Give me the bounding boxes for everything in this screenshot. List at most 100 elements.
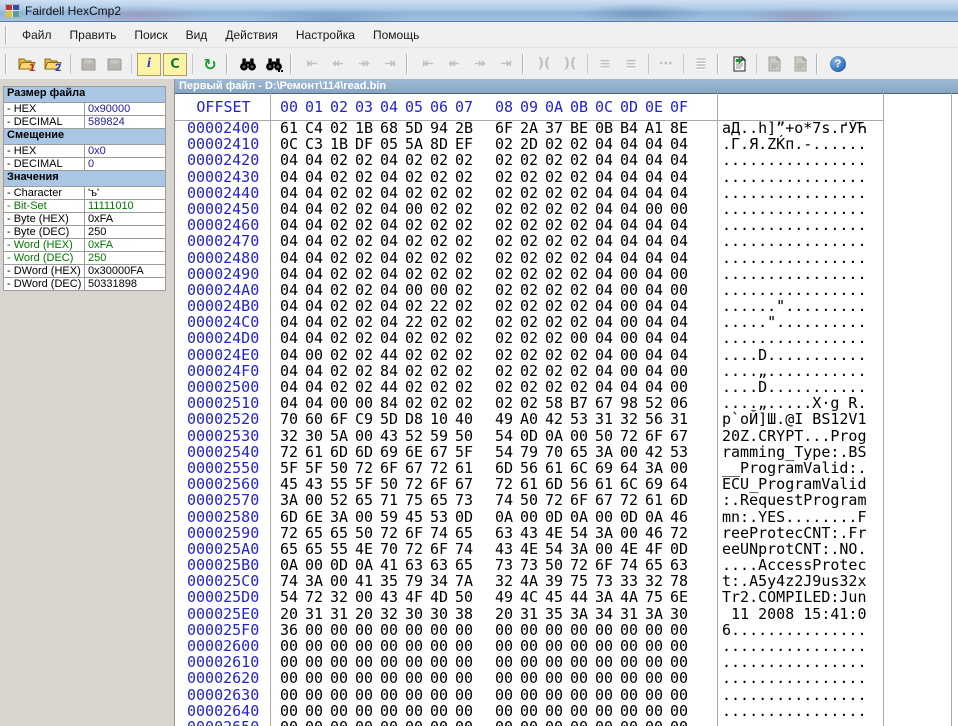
hex-byte[interactable]: 04 [645,282,670,298]
hex-byte[interactable]: 04 [645,314,670,330]
hex-byte[interactable]: 00 [570,654,595,670]
hex-byte[interactable]: 04 [595,217,620,233]
hex-row[interactable]: 0000260000000000000000000000000000000000… [175,638,958,654]
hex-byte[interactable]: 00 [355,638,380,654]
hex-byte[interactable]: 02 [330,363,355,379]
hex-row[interactable]: 000025D054723200434F4D50494C45443A4A756E… [175,589,958,605]
hex-row-ascii[interactable]: mn:.YES........F [722,509,867,525]
hex-byte[interactable]: 02 [520,298,545,314]
hex-row[interactable]: 0000240061C4021B685D942B6F2A37BE0BB4A18E… [175,120,958,136]
hex-byte[interactable]: 04 [645,169,670,185]
hex-byte[interactable]: 04 [670,250,695,266]
hex-byte[interactable]: 35 [545,606,570,622]
hex-byte[interactable]: 00 [495,670,520,686]
hex-byte[interactable]: 32 [495,573,520,589]
hex-row-bytes[interactable]: 04040202040202020202020204040404 [280,169,695,185]
hex-row-ascii[interactable]: ................ [722,687,867,703]
hex-byte[interactable]: 04 [645,233,670,249]
hex-byte[interactable]: 55 [330,541,355,557]
hex-byte[interactable]: 61 [520,476,545,492]
hex-byte[interactable]: 56 [570,476,595,492]
hex-row-bytes[interactable]: 61C4021B685D942B6F2A37BE0BB4A18E [280,120,695,136]
hex-byte[interactable]: 04 [645,347,670,363]
hex-byte[interactable]: 00 [405,282,430,298]
hex-byte[interactable]: 02 [495,330,520,346]
hex-row[interactable]: 0000253032305A0043525950540D0A0050726F67… [175,428,958,444]
hex-row[interactable]: 000025703A005265717565737450726F6772616D… [175,492,958,508]
hex-byte[interactable]: 00 [645,622,670,638]
hex-byte[interactable]: 61 [305,444,330,460]
hex-byte[interactable]: 00 [595,719,620,726]
hex-row-ascii[interactable]: ................ [722,250,867,266]
hex-byte[interactable]: 04 [670,185,695,201]
hex-byte[interactable]: 02 [570,266,595,282]
hex-byte[interactable]: 0D [620,509,645,525]
hex-byte[interactable]: 00 [455,703,480,719]
hex-byte[interactable]: 04 [280,347,305,363]
hex-byte[interactable]: 02 [545,136,570,152]
hex-row-ascii[interactable]: ................ [722,217,867,233]
hex-row[interactable]: 0000262000000000000000000000000000000000… [175,670,958,686]
hex-byte[interactable]: DF [355,136,380,152]
hex-byte[interactable]: 00 [380,654,405,670]
hex-row-bytes[interactable]: 04040202040202020202020004000404 [280,330,695,346]
hex-row-bytes[interactable]: 04040202040202020202020204040404 [280,152,695,168]
hex-byte[interactable]: 40 [455,411,480,427]
hex-byte[interactable]: 4F [645,541,670,557]
hex-byte[interactable]: 02 [520,250,545,266]
hex-byte[interactable]: 00 [355,719,380,726]
hex-byte[interactable]: 00 [670,654,695,670]
hex-byte[interactable]: 00 [355,670,380,686]
hex-byte[interactable]: 02 [520,233,545,249]
hex-byte[interactable]: 43 [380,428,405,444]
hex-byte[interactable]: 3A [305,573,330,589]
sync-scroll-left-button[interactable]: )( [532,53,556,76]
hex-byte[interactable]: 50 [545,557,570,573]
hex-byte[interactable]: 61 [595,476,620,492]
hex-byte[interactable]: 02 [330,298,355,314]
hex-byte[interactable]: 55 [330,476,355,492]
hex-byte[interactable]: 34 [430,573,455,589]
hex-byte[interactable]: 50 [455,428,480,444]
hex-row[interactable]: 000024E004000202440202020202020204000404… [175,347,958,363]
hex-byte[interactable]: 00 [645,687,670,703]
hex-row-bytes[interactable]: 04040202040202020202020204040404 [280,233,695,249]
hex-byte[interactable]: 1B [355,120,380,136]
hex-byte[interactable]: 02 [495,169,520,185]
hex-byte[interactable]: 3A [570,541,595,557]
hex-byte[interactable]: 73 [455,492,480,508]
hex-byte[interactable]: 45 [280,476,305,492]
hex-byte[interactable]: 02 [570,298,595,314]
hex-byte[interactable]: 53 [570,411,595,427]
hex-byte[interactable]: 00 [620,654,645,670]
hex-byte[interactable]: 02 [405,250,430,266]
hex-byte[interactable]: 04 [280,201,305,217]
hex-byte[interactable]: 02 [570,363,595,379]
hex-byte[interactable]: 52 [330,492,355,508]
hex-byte[interactable]: 04 [670,169,695,185]
help-button[interactable]: ? [826,53,850,76]
hex-byte[interactable]: 02 [570,169,595,185]
hex-byte[interactable]: 50 [380,476,405,492]
hex-byte[interactable]: 00 [645,670,670,686]
hex-row-bytes[interactable]: 04040202040222020202020204000404 [280,298,695,314]
hex-byte[interactable]: B7 [570,395,595,411]
hex-row[interactable]: 000025604543555F50726F6772616D56616C6964… [175,476,958,492]
hex-byte[interactable]: 00 [545,622,570,638]
hex-byte[interactable]: 49 [495,589,520,605]
hex-byte[interactable]: 00 [620,638,645,654]
hex-byte[interactable]: 63 [430,557,455,573]
hex-byte[interactable]: 4D [430,589,455,605]
hex-byte[interactable]: 79 [520,444,545,460]
hex-byte[interactable]: 02 [455,330,480,346]
hex-byte[interactable]: 3A [645,606,670,622]
hex-byte[interactable]: 02 [545,201,570,217]
hex-byte[interactable]: 04 [595,330,620,346]
prev-byte-diff-button[interactable]: ↞ [442,53,466,76]
hex-byte[interactable]: 02 [570,282,595,298]
hex-row-bytes[interactable]: 04040202040202020202020204040404 [280,250,695,266]
next-diff-button[interactable]: ↠ [352,53,376,76]
hex-row-ascii[interactable]: ....D........... [722,347,867,363]
find-button[interactable] [236,53,260,76]
hex-byte[interactable]: 00 [330,395,355,411]
